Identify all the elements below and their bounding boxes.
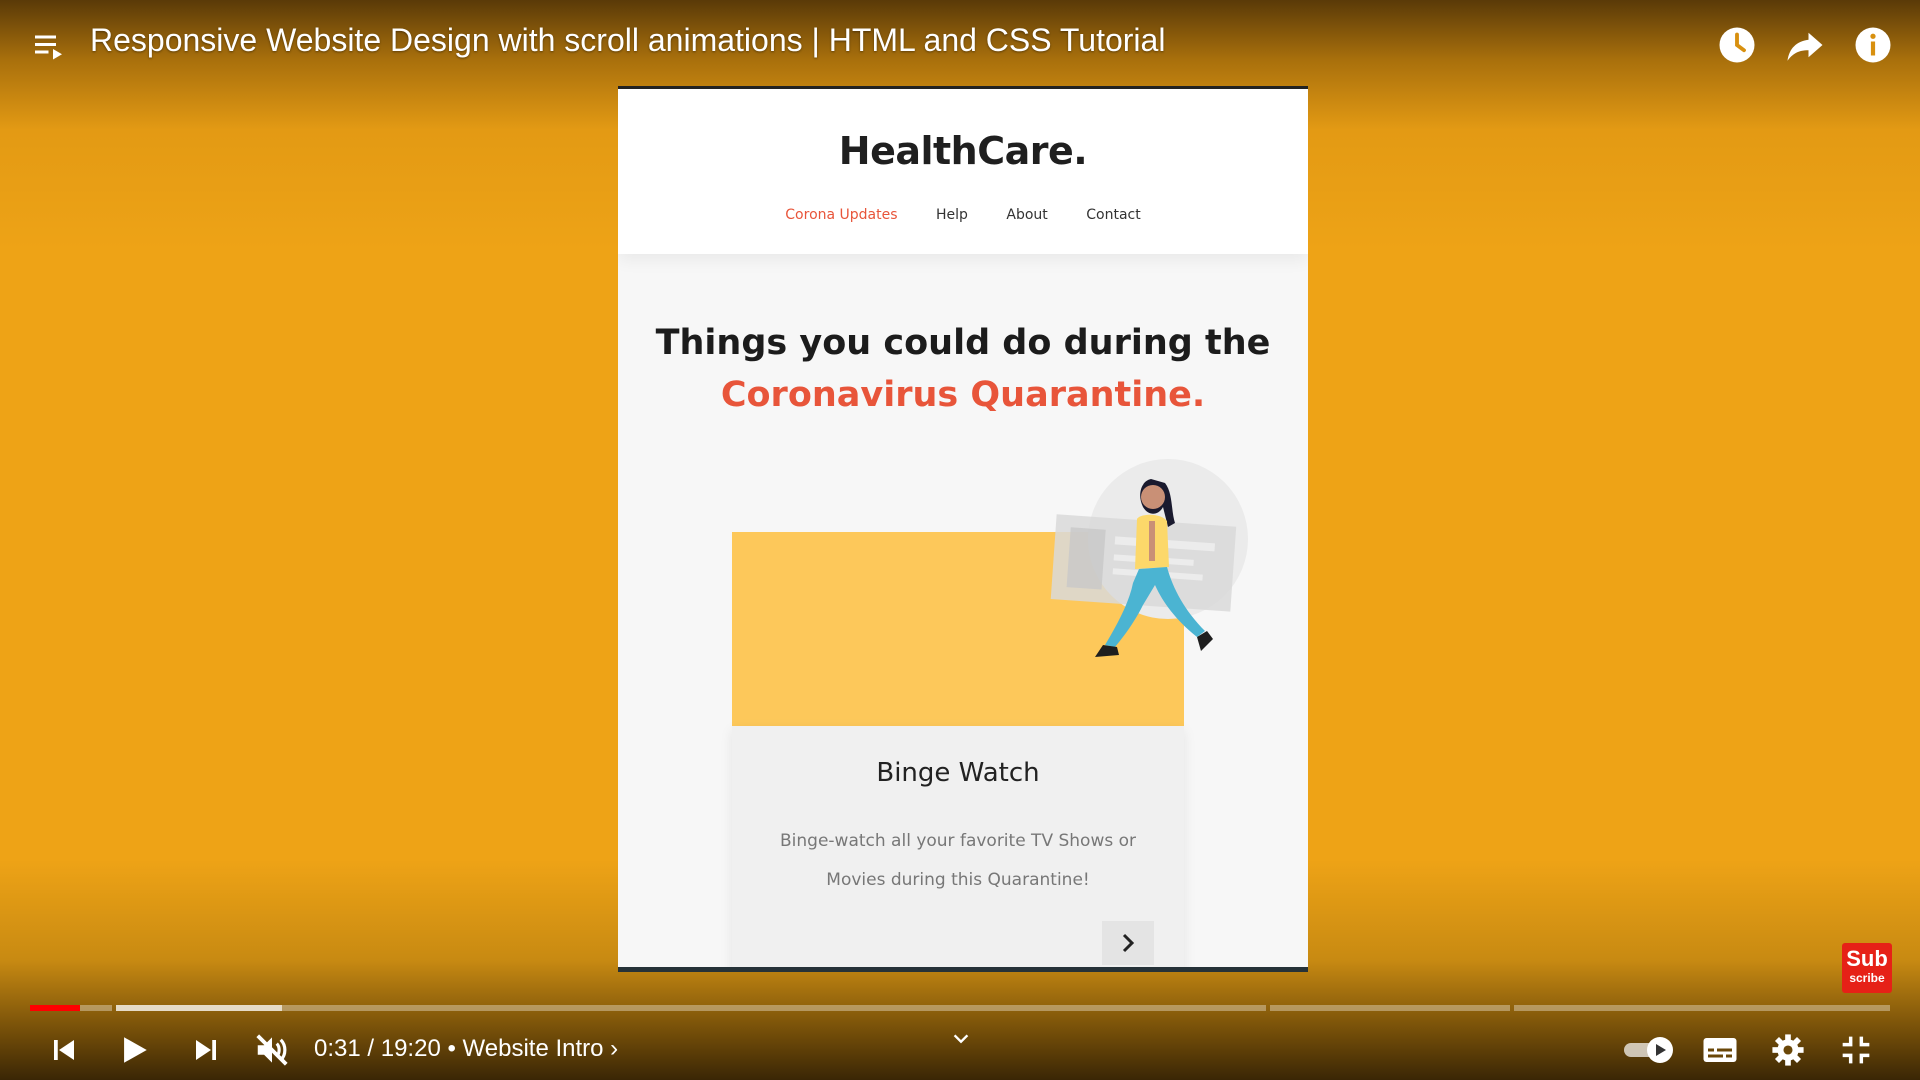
chapter-segment[interactable] <box>30 1005 112 1011</box>
hero-heading: Things you could do during the Coronavir… <box>618 317 1308 421</box>
next-button[interactable] <box>184 1028 228 1072</box>
time-current: 0:31 <box>314 1035 361 1062</box>
nav-item-contact: Contact <box>1086 207 1141 223</box>
mute-icon <box>256 1034 288 1066</box>
settings-button[interactable] <box>1766 1028 1810 1072</box>
time-display: 0:31 / 19:20 • Website Intro › <box>314 1035 618 1063</box>
previous-icon <box>54 1040 74 1060</box>
subscribe-button[interactable]: Sub scribe <box>1842 943 1892 993</box>
chapter-chevron-icon[interactable]: › <box>610 1035 618 1062</box>
chevron-down-icon[interactable] <box>950 1028 972 1050</box>
autoplay-toggle-icon <box>1624 1037 1673 1063</box>
card-body: Binge Watch Binge-watch all your favorit… <box>732 726 1184 967</box>
subscribe-line-2: scribe <box>1849 971 1885 985</box>
chapter-title[interactable]: Website Intro <box>463 1035 604 1062</box>
exit-fullscreen-icon <box>1842 1036 1870 1064</box>
time-total: 19:20 <box>380 1035 441 1062</box>
previous-button[interactable] <box>42 1028 86 1072</box>
autoplay-toggle[interactable] <box>1622 1028 1678 1072</box>
video-title[interactable]: Responsive Website Design with scroll an… <box>90 22 1165 59</box>
card-text: Binge-watch all your favorite TV Shows o… <box>772 822 1144 900</box>
captions-icon <box>1703 1038 1737 1062</box>
chapter-segment[interactable] <box>1514 1005 1890 1011</box>
site-header: HealthCare. Corona Updates Help About Co… <box>618 89 1308 254</box>
hero-line-1: Things you could do during the <box>655 323 1271 363</box>
share-icon[interactable] <box>1784 24 1826 66</box>
mute-button[interactable] <box>250 1028 294 1072</box>
progress-buffered <box>116 1005 282 1011</box>
nav-item-corona-updates: Corona Updates <box>785 207 898 223</box>
play-button[interactable] <box>112 1028 156 1072</box>
settings-icon <box>1772 1034 1804 1066</box>
card-text-line-2: Movies during this Quarantine! <box>826 870 1090 890</box>
playlist-icon[interactable] <box>32 28 68 64</box>
captions-button[interactable] <box>1698 1028 1742 1072</box>
card-text-line-1: Binge-watch all your favorite TV Shows o… <box>780 831 1136 851</box>
site-brand: HealthCare. <box>838 129 1088 173</box>
next-icon <box>196 1040 216 1060</box>
info-icon[interactable] <box>1852 24 1894 66</box>
card-title: Binge Watch <box>876 758 1040 788</box>
site-nav: Corona Updates Help About Contact <box>618 207 1308 223</box>
card-next-button <box>1102 921 1154 965</box>
chapter-segment[interactable] <box>116 1005 1266 1011</box>
hero-line-2: Coronavirus Quarantine. <box>720 375 1206 415</box>
chapter-segment[interactable] <box>1270 1005 1510 1011</box>
progress-bar[interactable] <box>30 1005 1890 1011</box>
video-frame: HealthCare. Corona Updates Help About Co… <box>618 86 1308 972</box>
time-separator: / <box>367 1035 381 1062</box>
subscribe-line-1: Sub <box>1846 946 1888 971</box>
top-bar: Responsive Website Design with scroll an… <box>0 0 1920 90</box>
play-icon <box>124 1037 147 1063</box>
chevron-right-icon <box>1122 933 1135 953</box>
nav-item-about: About <box>1006 207 1048 223</box>
person-illustration <box>1050 459 1248 657</box>
chapter-separator: • <box>447 1035 463 1062</box>
exit-fullscreen-button[interactable] <box>1834 1028 1878 1072</box>
progress-played <box>30 1005 80 1011</box>
watch-later-icon[interactable] <box>1716 24 1758 66</box>
player-controls: 0:31 / 19:20 • Website Intro › <box>0 1020 1920 1080</box>
nav-item-help: Help <box>936 207 968 223</box>
